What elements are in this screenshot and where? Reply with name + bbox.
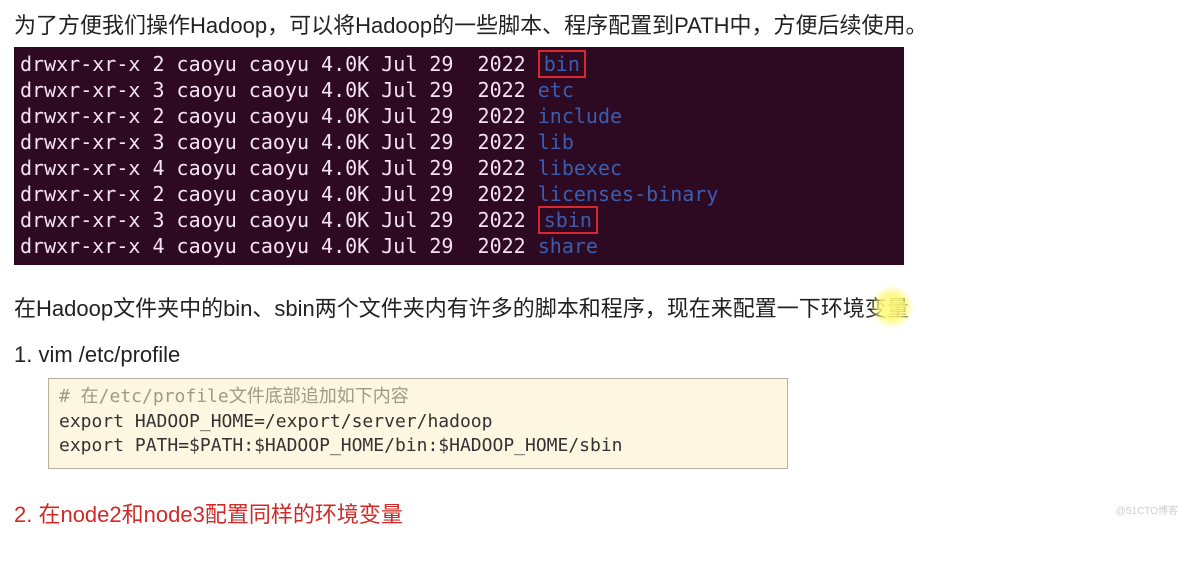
- ls-row: drwxr-xr-x 2 caoyu caoyu 4.0K Jul 29 202…: [20, 181, 898, 207]
- ls-dirname: sbin: [538, 206, 598, 234]
- ls-dirname: bin: [538, 50, 586, 78]
- mid-text: 在Hadoop文件夹中的bin、sbin两个文件夹内有许多的脚本和程序，现在来配…: [14, 296, 909, 321]
- ls-row-meta: drwxr-xr-x 2 caoyu caoyu 4.0K Jul 29 202…: [20, 52, 538, 76]
- ls-row: drwxr-xr-x 4 caoyu caoyu 4.0K Jul 29 202…: [20, 233, 898, 259]
- ls-dirname: include: [538, 104, 622, 128]
- code-line-1: export HADOOP_HOME=/export/server/hadoop: [59, 410, 777, 434]
- ls-dirname: etc: [538, 78, 574, 102]
- mid-paragraph: 在Hadoop文件夹中的bin、sbin两个文件夹内有许多的脚本和程序，现在来配…: [14, 291, 1170, 326]
- code-line-2: export PATH=$PATH:$HADOOP_HOME/bin:$HADO…: [59, 434, 777, 458]
- ls-row-meta: drwxr-xr-x 3 caoyu caoyu 4.0K Jul 29 202…: [20, 208, 538, 232]
- ls-row: drwxr-xr-x 2 caoyu caoyu 4.0K Jul 29 202…: [20, 51, 898, 77]
- ls-dirname: lib: [538, 130, 574, 154]
- ls-row-meta: drwxr-xr-x 4 caoyu caoyu 4.0K Jul 29 202…: [20, 234, 538, 258]
- ls-row: drwxr-xr-x 3 caoyu caoyu 4.0K Jul 29 202…: [20, 207, 898, 233]
- ls-row: drwxr-xr-x 3 caoyu caoyu 4.0K Jul 29 202…: [20, 129, 898, 155]
- ls-row: drwxr-xr-x 3 caoyu caoyu 4.0K Jul 29 202…: [20, 77, 898, 103]
- ls-dirname: share: [538, 234, 598, 258]
- step-1: 1. vim /etc/profile: [14, 342, 1170, 368]
- terminal-ls-output: drwxr-xr-x 2 caoyu caoyu 4.0K Jul 29 202…: [14, 47, 904, 265]
- ls-row: drwxr-xr-x 2 caoyu caoyu 4.0K Jul 29 202…: [20, 103, 898, 129]
- ls-row-meta: drwxr-xr-x 4 caoyu caoyu 4.0K Jul 29 202…: [20, 156, 538, 180]
- ls-row: drwxr-xr-x 4 caoyu caoyu 4.0K Jul 29 202…: [20, 155, 898, 181]
- ls-row-meta: drwxr-xr-x 2 caoyu caoyu 4.0K Jul 29 202…: [20, 182, 538, 206]
- code-block: # 在/etc/profile文件底部追加如下内容 export HADOOP_…: [48, 378, 788, 469]
- step-2: 2. 在node2和node3配置同样的环境变量: [14, 497, 1170, 529]
- ls-row-meta: drwxr-xr-x 2 caoyu caoyu 4.0K Jul 29 202…: [20, 104, 538, 128]
- ls-dirname: licenses-binary: [538, 182, 719, 206]
- ls-dirname: libexec: [538, 156, 622, 180]
- code-comment: # 在/etc/profile文件底部追加如下内容: [59, 385, 777, 409]
- ls-row-meta: drwxr-xr-x 3 caoyu caoyu 4.0K Jul 29 202…: [20, 130, 538, 154]
- watermark: @51CTO博客: [1116, 502, 1178, 517]
- intro-text: 为了方便我们操作Hadoop，可以将Hadoop的一些脚本、程序配置到PATH中…: [14, 8, 1170, 43]
- ls-row-meta: drwxr-xr-x 3 caoyu caoyu 4.0K Jul 29 202…: [20, 78, 538, 102]
